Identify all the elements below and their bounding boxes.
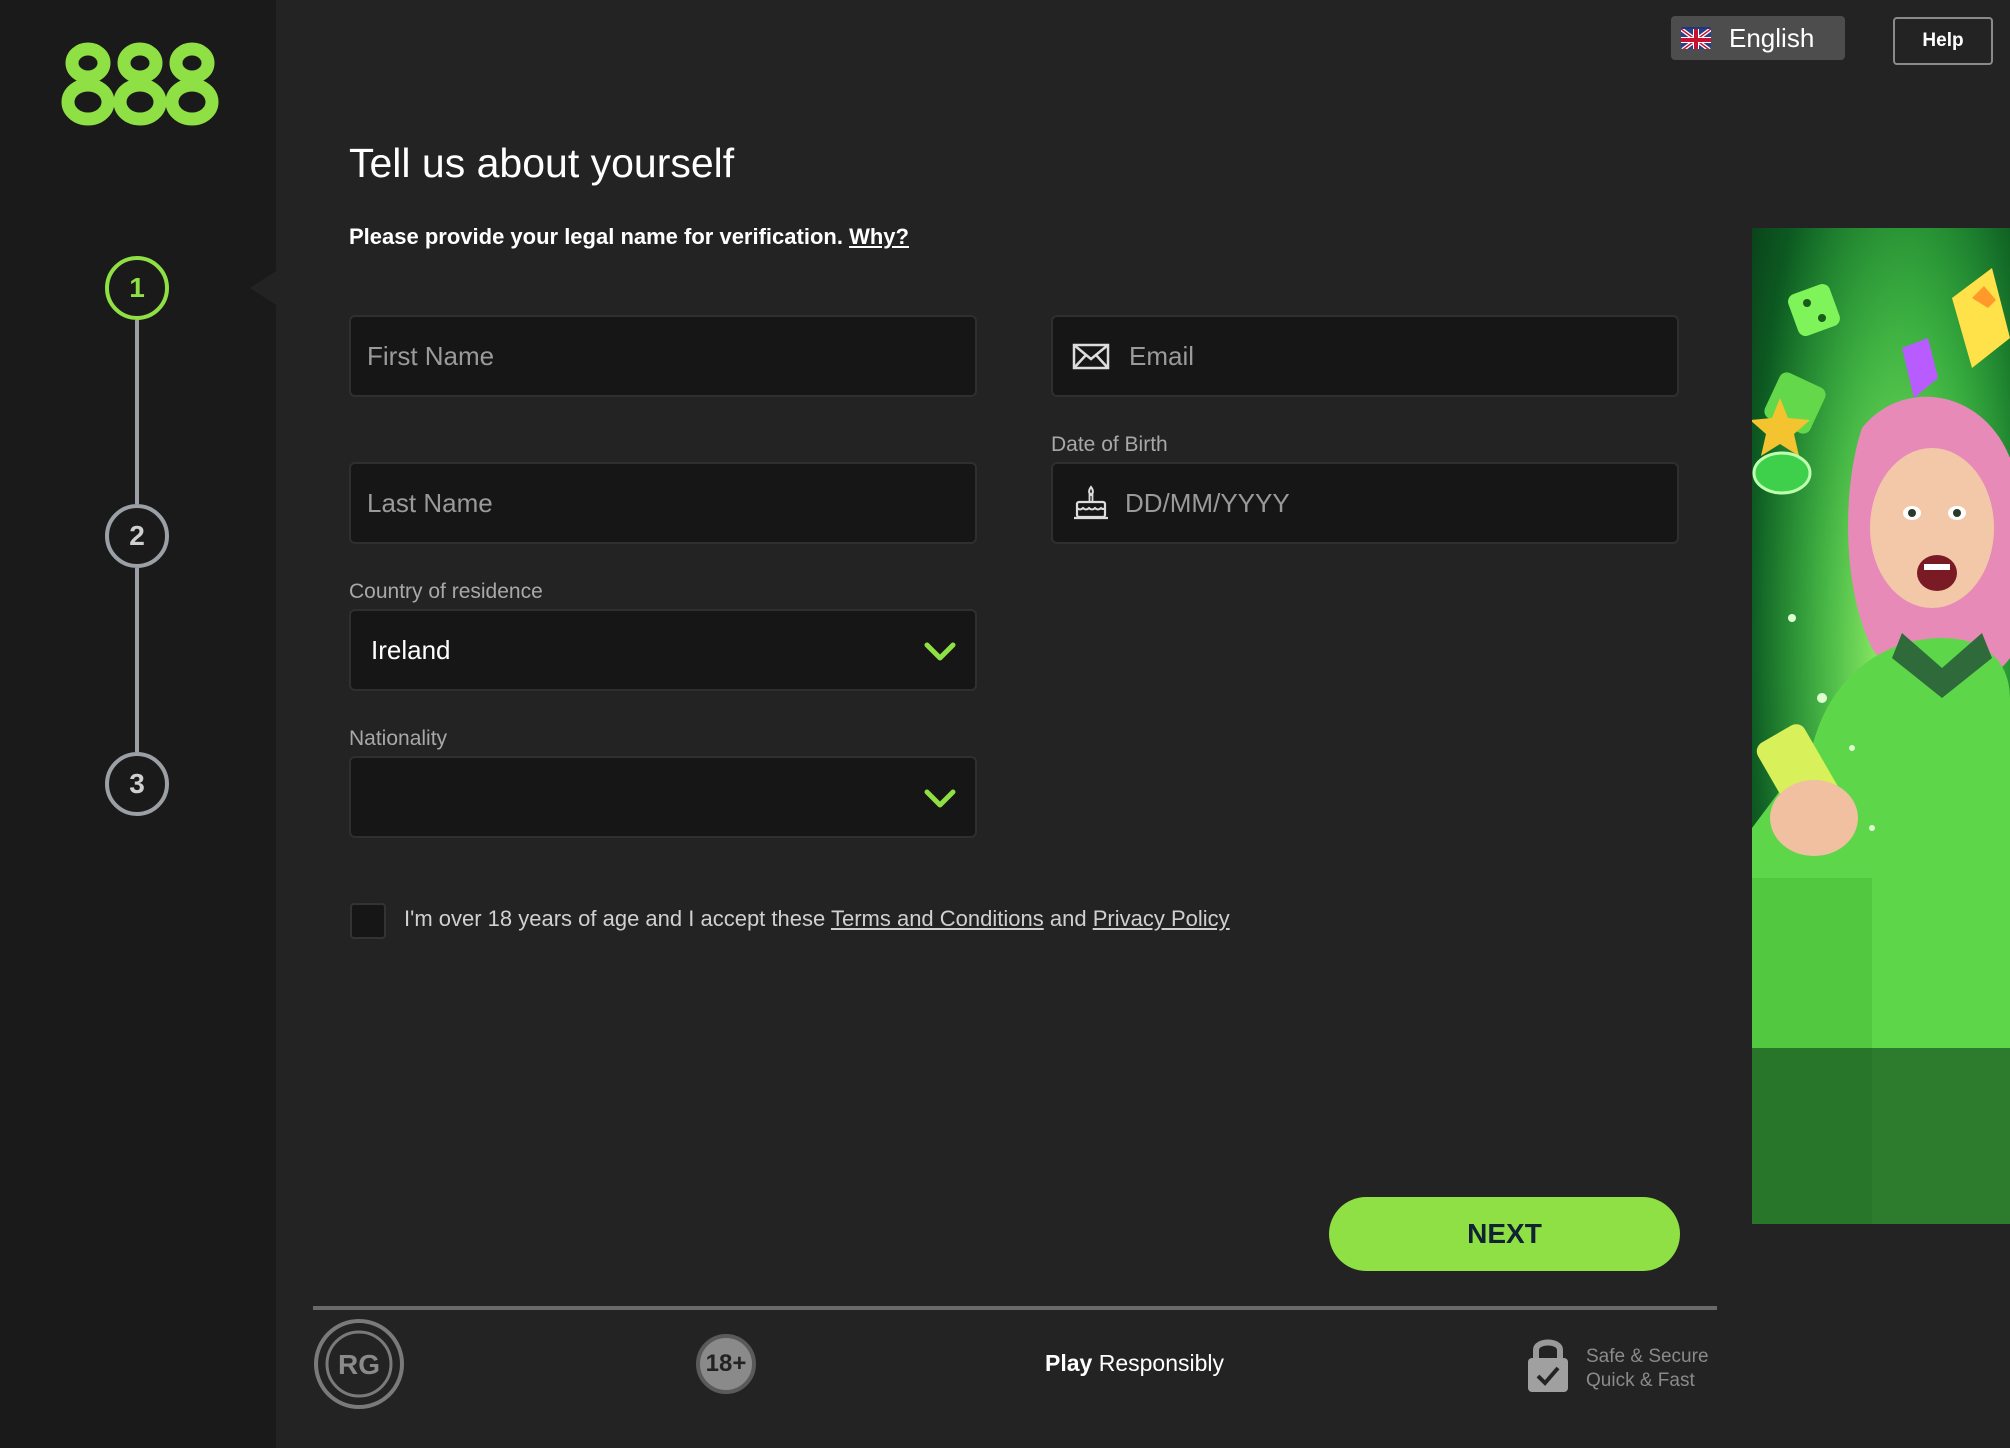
birthday-cake-icon [1074, 485, 1108, 520]
terms-prefix: I'm over 18 years of age and I accept th… [404, 906, 826, 931]
country-value: Ireland [371, 634, 451, 665]
nationality-select[interactable] [349, 756, 977, 838]
step-1-indicator: 1 [105, 256, 169, 320]
step-connector [135, 568, 139, 752]
age-restriction-badge: 18+ [696, 1334, 756, 1394]
first-name-field[interactable] [349, 315, 977, 397]
last-name-field[interactable] [349, 462, 977, 544]
step-3-indicator: 3 [105, 752, 169, 816]
secure-line-1: Safe & Secure [1586, 1346, 1709, 1367]
rg-badge-icon: RG [314, 1319, 404, 1409]
last-name-input[interactable] [351, 487, 975, 519]
page-subtitle: Please provide your legal name for verif… [349, 224, 909, 250]
responsible-gaming-badge[interactable]: RG [313, 1318, 405, 1410]
uk-flag-icon [1681, 27, 1711, 49]
lock-icon [1528, 1339, 1568, 1392]
terms-text: I'm over 18 years of age and I accept th… [404, 906, 1230, 932]
active-step-pointer [250, 271, 276, 305]
language-label: English [1729, 22, 1815, 53]
next-button[interactable]: NEXT [1329, 1197, 1680, 1271]
chevron-down-icon [924, 642, 956, 661]
privacy-link[interactable]: Privacy Policy [1093, 906, 1230, 931]
country-label: Country of residence [349, 580, 543, 603]
subtitle-text: Please provide your legal name for verif… [349, 224, 843, 249]
sidebar: 1 2 3 [0, 0, 276, 1448]
rg-label: RG [338, 1349, 380, 1380]
promo-illustration [1752, 228, 2010, 1224]
step-2-indicator: 2 [105, 504, 169, 568]
page-title: Tell us about yourself [349, 140, 735, 186]
envelope-icon [1072, 343, 1110, 370]
terms-link[interactable]: Terms and Conditions [831, 906, 1044, 931]
dob-field[interactable] [1051, 462, 1679, 544]
secure-line-2: Quick & Fast [1586, 1370, 1695, 1391]
promo-image [1752, 228, 2010, 1224]
chevron-down-icon [924, 789, 956, 808]
nationality-label: Nationality [349, 727, 448, 750]
brand-logo[interactable] [60, 42, 220, 131]
why-link[interactable]: Why? [849, 224, 909, 249]
first-name-input[interactable] [351, 340, 975, 372]
email-input[interactable] [1111, 340, 1677, 372]
play-bold-text: Play [1045, 1350, 1093, 1376]
terms-and: and [1049, 906, 1087, 931]
help-button[interactable]: Help [1893, 17, 1993, 65]
dob-label: Date of Birth [1051, 433, 1168, 456]
secure-text: Safe & Secure Quick & Fast [1586, 1345, 1709, 1393]
play-responsibly-text[interactable]: Play Responsibly [1045, 1350, 1224, 1377]
country-select[interactable]: Ireland [349, 609, 977, 691]
terms-checkbox[interactable] [350, 903, 386, 939]
email-field[interactable] [1051, 315, 1679, 397]
footer-divider [313, 1306, 1717, 1310]
logo-888-icon [61, 42, 219, 126]
step-connector [135, 320, 139, 504]
dob-input[interactable] [1111, 487, 1677, 519]
play-rest-text: Responsibly [1098, 1350, 1225, 1376]
language-selector[interactable]: English [1671, 16, 1845, 60]
